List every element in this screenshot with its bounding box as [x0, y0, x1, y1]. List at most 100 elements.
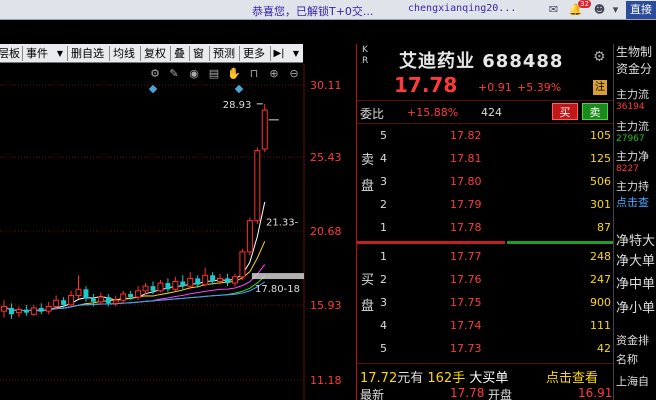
candle — [68, 290, 75, 307]
candle — [172, 276, 179, 291]
quote-panel: KR 艾迪药业 688488 ⚙ 17.78 +0.91 +5.39% 注 委比… — [357, 44, 613, 400]
toolbar-item-forecast[interactable]: 预测 — [213, 44, 235, 63]
candle — [225, 273, 230, 287]
candle — [83, 286, 89, 302]
level-number: 3 — [380, 296, 387, 309]
ask-row[interactable]: 2 17.79 301 — [357, 195, 613, 215]
candle — [261, 103, 268, 153]
toolbar-item-window[interactable]: 窗 — [193, 44, 204, 63]
bid-row[interactable]: 1 17.77 248 — [357, 247, 613, 267]
candle — [239, 248, 246, 280]
y-axis-tick: 15.93 — [310, 299, 342, 312]
candle — [202, 267, 209, 287]
username-label[interactable]: chengxianqing20... — [408, 3, 516, 14]
ask-row[interactable]: 3 17.80 506 — [357, 172, 613, 192]
order-price: 17.76 — [450, 273, 482, 286]
flow-label: 主力流 — [616, 88, 649, 101]
candle — [165, 278, 171, 293]
y-axis-tick: 30.11 — [310, 79, 342, 92]
flow-label: 主力持 — [616, 180, 649, 193]
candle — [187, 272, 194, 290]
price-change-percent: +5.39% — [517, 81, 562, 94]
latest-open-row: 最新 17.78 开盘 16.91 — [360, 386, 613, 400]
y-axis-tick: 11.18 — [310, 374, 342, 387]
sell-button[interactable]: 卖 — [582, 103, 608, 120]
toolbar-item-adjust[interactable]: 复权 — [144, 44, 166, 63]
current-price-band — [252, 273, 304, 280]
order-volume: 301 — [590, 198, 611, 211]
flow-label: 资金分 — [616, 62, 653, 76]
level-number: 2 — [380, 198, 387, 211]
level-number: 3 — [380, 175, 387, 188]
toolbar-item-layer[interactable]: 层板 — [0, 44, 20, 63]
bid-row[interactable]: 2 17.76 247 — [357, 270, 613, 290]
candle — [246, 217, 253, 256]
flow-value: 27967 — [616, 134, 645, 144]
candle — [135, 286, 142, 301]
candle — [180, 275, 186, 290]
more-dropdown-icon[interactable]: ▼ — [290, 44, 302, 63]
flow-label: 净特大 — [616, 234, 656, 249]
bid-row[interactable]: 5 17.73 42 — [357, 339, 613, 359]
bid-row[interactable]: 3 17.75 900 — [357, 293, 613, 313]
order-volume: 125 — [590, 152, 611, 165]
order-volume: 105 — [590, 129, 611, 142]
weibi-label: 委比 — [360, 107, 385, 121]
price-range-annotation: 17.80-18 — [255, 284, 300, 295]
order-price: 17.73 — [450, 342, 482, 355]
price-change: +0.91 — [478, 81, 512, 94]
candle — [45, 301, 52, 315]
level-number: 4 — [380, 319, 387, 332]
toolbar-item-remove-watchlist[interactable]: 删自选 — [71, 44, 104, 63]
top-bar: 恭喜您，已解锁T+0交... chengxianqing20... ✉ 🔔 32… — [0, 0, 656, 20]
stock-title: 艾迪药业 688488 — [399, 51, 564, 72]
order-book-separator — [357, 241, 505, 244]
order-price: 17.81 — [450, 152, 482, 165]
candle — [142, 283, 149, 294]
order-price: 17.75 — [450, 296, 482, 309]
moving-average-line — [3, 281, 266, 312]
level-number: 5 — [380, 342, 387, 355]
bid-row[interactable]: 4 17.74 111 — [357, 316, 613, 336]
gear-icon[interactable]: ⚙ — [593, 49, 606, 65]
unlock-message-link[interactable]: 恭喜您，已解锁T+0交... — [252, 3, 373, 19]
y-axis-tick: 20.68 — [310, 225, 342, 238]
flow-label: 名称 — [616, 353, 638, 366]
big-order-line: 17.72元有 162手 大买单 点击查看 — [360, 367, 598, 386]
level-number: 5 — [380, 129, 387, 142]
toolbar-item-events[interactable]: 事件 — [26, 44, 48, 63]
candle — [75, 275, 82, 299]
user-avatar-icon[interactable]: ☻ — [592, 2, 607, 17]
flow-label: 净小单 — [616, 301, 656, 316]
candle — [8, 303, 14, 319]
candle — [157, 279, 164, 293]
fund-flow-strip: 生物制 资金分 主力流 36194 主力流 27967 主力净 8227 主力持 点击查 净特大 净大… — [613, 44, 656, 400]
order-volume: 42 — [597, 342, 611, 355]
kline-chart[interactable]: 28.93 21.33- 17.80-18 30.11 25.43 20.68 15.93… — [0, 64, 356, 400]
flow-label[interactable]: 点击查 — [616, 194, 649, 210]
moving-average-line — [3, 264, 266, 312]
candle — [231, 273, 238, 287]
candle — [254, 147, 261, 224]
order-volume: 247 — [590, 273, 611, 286]
expand-arrow-icon[interactable]: ▶| — [273, 44, 285, 63]
ask-row[interactable]: 4 17.81 125 — [357, 149, 613, 169]
toolbar-item-ma[interactable]: 均线 — [113, 44, 135, 63]
order-price: 17.82 — [450, 129, 482, 142]
events-dropdown-icon[interactable]: ▼ — [54, 44, 66, 63]
toolbar-item-more[interactable]: 更多 — [243, 44, 265, 63]
buy-button[interactable]: 买 — [552, 103, 578, 120]
order-price: 17.79 — [450, 198, 482, 211]
ask-row[interactable]: 1 17.78 87 — [357, 218, 613, 238]
flow-label: 主力净 — [616, 150, 649, 163]
back-button[interactable]: 直接 — [626, 1, 656, 19]
toolbar-item-overlay[interactable]: 叠 — [174, 44, 185, 63]
ma-annotation: 21.33- — [266, 217, 299, 228]
mail-icon[interactable]: ✉ — [546, 2, 561, 17]
flow-label: 净大单 — [616, 254, 656, 269]
flow-label: 资金排 — [616, 334, 649, 347]
registration-badge: 注 — [593, 80, 607, 95]
ask-row[interactable]: 5 17.82 105 — [357, 126, 613, 146]
click-view-link[interactable]: 点击查看 — [546, 367, 598, 386]
chevron-down-icon[interactable]: ▾ — [608, 2, 623, 17]
